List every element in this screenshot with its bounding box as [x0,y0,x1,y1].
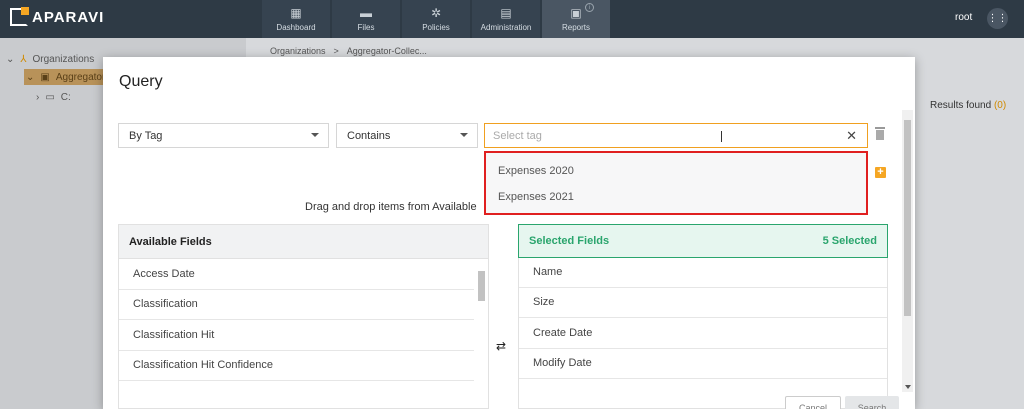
clipboard-icon: ▣ [570,5,582,20]
selected-fields-panel: Selected Fields 5 Selected Name Size Cre… [518,224,888,409]
filter-type-value: By Tag [129,129,163,142]
add-condition-button[interactable]: + [875,167,886,178]
breadcrumb-item[interactable]: Organizations [270,46,326,56]
selected-fields-title: Selected Fields [529,235,610,247]
chevron-down-icon: ⌄ [6,53,15,65]
dialog-title: Query [119,73,163,90]
tag-options-dropdown: Expenses 2020 Expenses 2021 [484,151,868,215]
tree-label: C: [60,91,71,103]
available-field[interactable]: Access Date [119,259,474,290]
breadcrumb-separator: > [333,46,339,56]
caret-down-icon [460,133,468,137]
selected-fields-header: Selected Fields 5 Selected [518,224,888,258]
nav-files[interactable]: ▬ Files [332,0,400,38]
top-navbar: APARAVI ▦ Dashboard ▬ Files ✲ Policies ▤… [0,0,1024,38]
cancel-button[interactable]: Cancel [785,396,841,409]
breadcrumb-item[interactable]: Aggregator-Collec... [347,46,427,56]
operator-select[interactable]: Contains [336,123,478,148]
dashboard-icon: ▦ [290,5,302,20]
caret-down-icon [311,133,319,137]
available-field[interactable]: Classification [119,290,474,320]
tag-select-input[interactable]: Select tag ✕ [484,123,868,148]
chevron-down-icon: ⌄ [26,71,35,83]
chevron-right-icon: › [36,91,40,103]
filter-type-select[interactable]: By Tag [118,123,329,148]
available-fields-panel: Available Fields Access Date Classificat… [118,224,489,409]
available-field[interactable]: Classification Hit Confidence [119,351,474,381]
tag-placeholder: Select tag [493,129,542,142]
apps-grid-icon[interactable]: ⋮⋮ [987,8,1008,29]
nav-label: Files [357,22,375,32]
info-icon[interactable]: i [585,3,594,12]
selected-count: 5 Selected [822,235,877,247]
scroll-down-icon[interactable] [905,385,911,389]
search-button[interactable]: Search [845,396,899,409]
results-count: (0) [993,100,1007,111]
nav-administration[interactable]: ▤ Administration [472,0,540,38]
scrollbar-thumb[interactable] [904,120,911,316]
tree-label: Aggregator- [55,71,109,83]
available-fields-scrollbar[interactable] [478,271,485,301]
results-found: Results found (0) [930,100,1006,111]
nav-label: Administration [480,22,532,32]
selected-field[interactable]: Size [519,288,887,318]
breadcrumb: Organizations > Aggregator-Collec... [270,46,427,56]
aggregator-icon: ▣ [40,71,50,83]
folder-icon: ▭ [45,91,55,103]
operator-value: Contains [347,129,391,142]
files-icon: ▬ [360,5,372,20]
nav-policies[interactable]: ✲ Policies [402,0,470,38]
tree-item-drive[interactable]: › ▭ C: [36,89,71,105]
user-name[interactable]: root [955,12,972,23]
selected-field[interactable]: Name [519,257,887,288]
tag-option[interactable]: Expenses 2020 [498,165,574,177]
swap-arrows-icon[interactable]: ⇄ [496,339,506,353]
nav-label: Policies [422,22,450,32]
nav-label: Dashboard [276,22,316,32]
nav-dashboard[interactable]: ▦ Dashboard [262,0,330,38]
tag-option[interactable]: Expenses 2021 [498,191,574,203]
admin-icon: ▤ [500,5,512,20]
gear-icon: ✲ [430,5,442,20]
text-cursor-icon [721,131,727,142]
available-field[interactable]: Classification Hit [119,320,474,351]
results-label: Results found [930,100,992,111]
brand-name: APARAVI [32,8,105,26]
logo-mark-icon [10,7,29,26]
org-icon: ⅄ [20,53,27,65]
nav-reports[interactable]: ▣ Reports [542,0,610,38]
selected-field[interactable]: Create Date [519,318,887,349]
trash-icon[interactable] [875,127,885,140]
drag-drop-hint: Drag and drop items from Available [305,201,477,213]
dialog-scrollbar[interactable] [902,110,913,392]
query-dialog: Query By Tag Contains Select tag ✕ + Exp… [103,57,915,409]
main-nav: ▦ Dashboard ▬ Files ✲ Policies ▤ Adminis… [262,0,612,38]
clear-icon[interactable]: ✕ [846,128,857,144]
tree-item-organizations[interactable]: ⌄ ⅄ Organizations [6,51,94,67]
aparavi-logo[interactable]: APARAVI [10,7,105,26]
tree-label: Organizations [32,53,95,65]
available-fields-header: Available Fields [119,225,488,259]
nav-label: Reports [561,22,590,32]
selected-field[interactable]: Modify Date [519,349,887,379]
